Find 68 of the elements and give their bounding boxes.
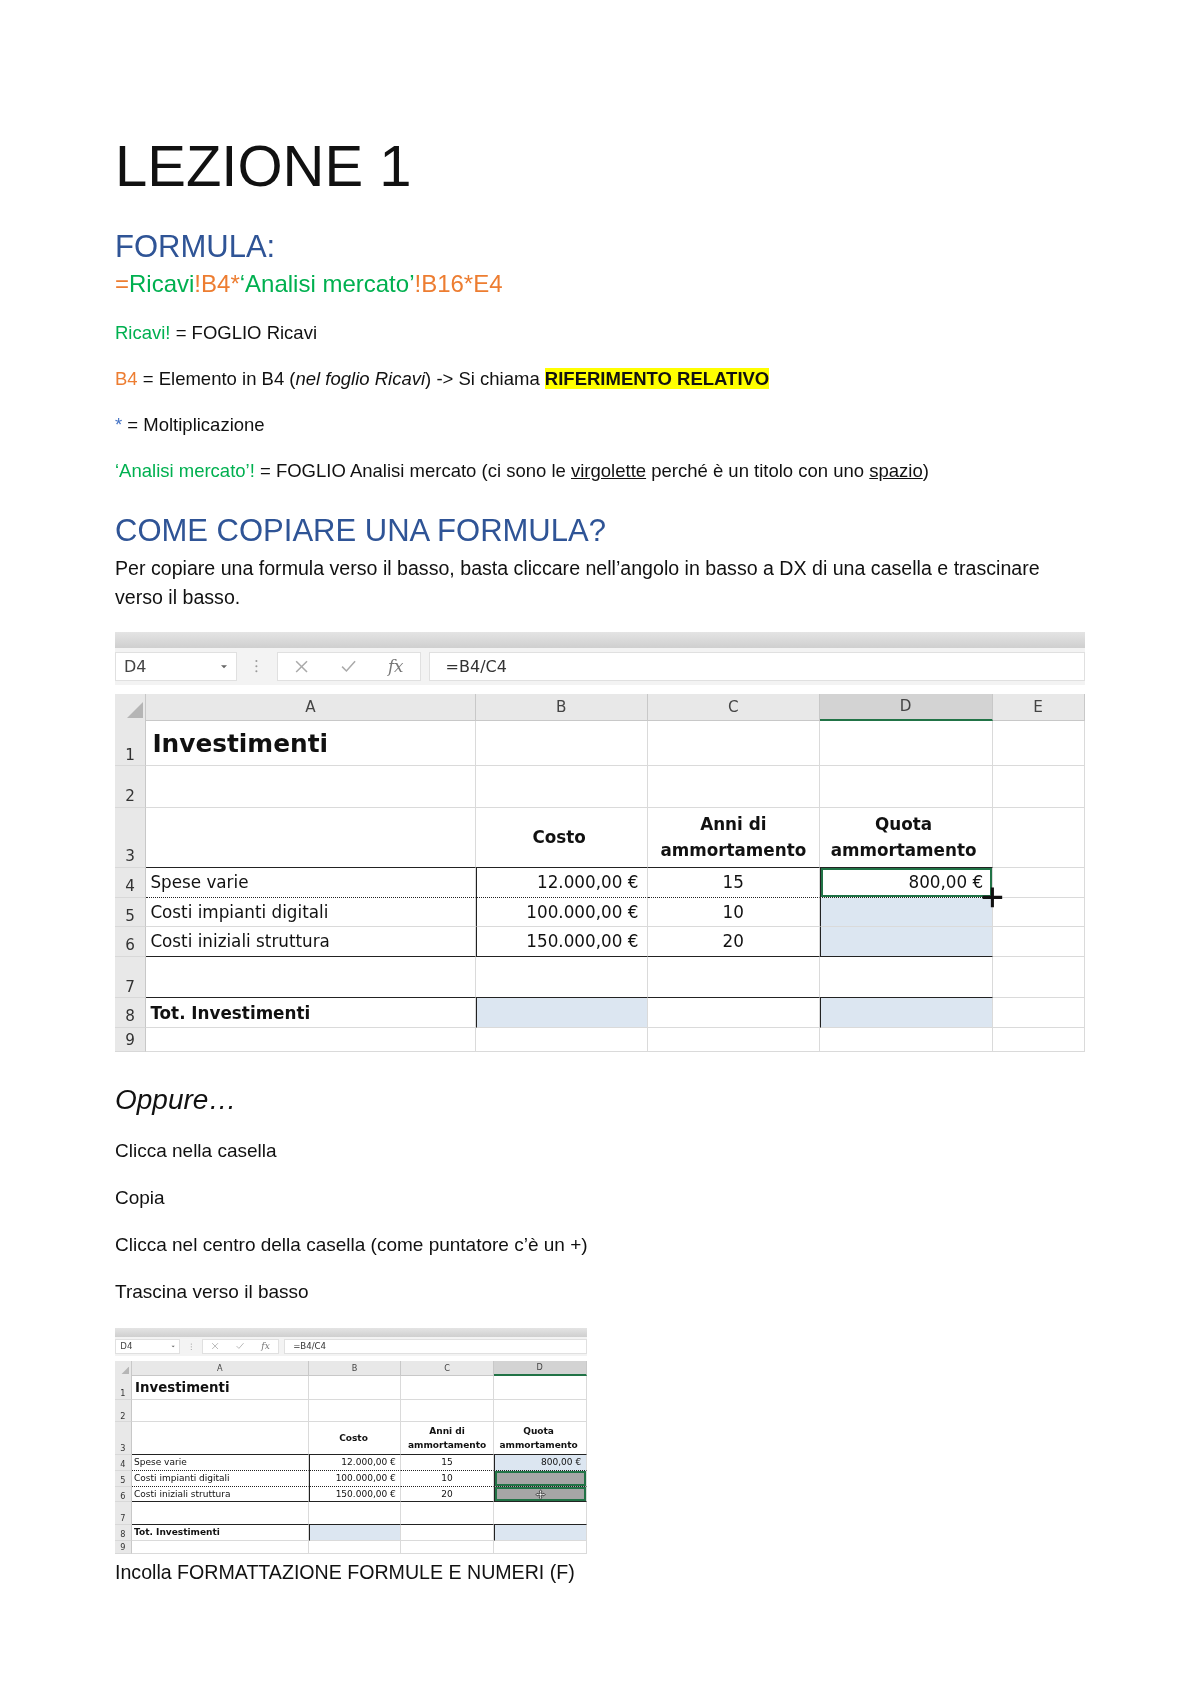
row-header[interactable]: 8 [115, 998, 147, 1028]
column-header[interactable]: B [308, 1361, 402, 1376]
column-header[interactable]: D [493, 1361, 587, 1376]
column-header[interactable]: B [475, 693, 648, 721]
row-header[interactable]: 7 [115, 1502, 132, 1525]
body-paragraph: Per copiare una formula verso il basso, basta cliccare nell’angolo in basso a DX di una casella e trascinare verso il basso. [115, 556, 1041, 610]
table-cell: Costo [475, 807, 648, 868]
table-cell: 15 [647, 867, 820, 898]
definition-line: B4 = Elemento in B4 (nel foglio Ricavi) -> Si chiama RIFERIMENTO RELATIVO [115, 367, 771, 391]
table-cell: Investimenti [146, 720, 476, 767]
subheading: Oppure… [115, 1082, 238, 1117]
table-cell: Anni di ammortamento [401, 1422, 494, 1455]
row-header[interactable]: 2 [115, 1400, 132, 1423]
row-header[interactable]: 2 [115, 766, 147, 808]
step-line: Clicca nella casella [115, 1138, 278, 1163]
caret-icon[interactable] [219, 663, 228, 670]
section-heading: FORMULA: [115, 228, 277, 266]
column-header[interactable]: E [992, 693, 1085, 721]
cancel-icon[interactable] [211, 1342, 220, 1351]
row-header[interactable]: 1 [115, 720, 147, 767]
table-cell: Quota ammortamento [493, 1422, 587, 1455]
row-header[interactable]: 4 [115, 867, 147, 898]
column-header[interactable]: A [146, 693, 476, 721]
column-header[interactable]: A [131, 1361, 309, 1376]
step-line: Clicca nel centro della casella (come puntatore c’è un +) [115, 1232, 589, 1257]
row-header[interactable]: 3 [115, 807, 147, 868]
row-header[interactable]: 9 [115, 1027, 147, 1052]
insert-function-button[interactable]: fx [261, 1341, 270, 1352]
grip-icon [254, 659, 259, 674]
row-header[interactable]: 7 [115, 956, 147, 999]
formula-line: =Ricavi!B4*‘Analisi mercato’!B16*E4 [115, 269, 504, 299]
table-cell: 20 [647, 927, 820, 957]
table-cell: Tot. Investimenti [146, 998, 476, 1028]
table-cell: 10 [647, 897, 820, 928]
column-header[interactable]: D [819, 693, 993, 721]
table-cell: 12.000,00 € [475, 867, 648, 898]
table-cell: Anni di ammortamento [647, 807, 820, 868]
table-cell: Costi iniziali struttura [146, 927, 476, 957]
document-title: LEZIONE 1 [115, 132, 413, 200]
check-icon[interactable] [236, 1342, 245, 1351]
insert-function-button[interactable]: fx [387, 656, 404, 677]
row-header[interactable]: 3 [115, 1422, 132, 1455]
step-line: Trascina verso il basso [115, 1279, 310, 1304]
table-cell: Spese varie [146, 867, 476, 898]
formula-bar[interactable]: =B4/C4 [283, 1338, 587, 1355]
row-header[interactable]: 5 [115, 897, 147, 928]
step-line: Copia [115, 1185, 166, 1210]
column-header[interactable]: C [401, 1361, 494, 1376]
table-cell: 800,00 € [819, 867, 993, 898]
section-heading: COME COPIARE UNA FORMULA? [115, 512, 607, 550]
table-cell: 100.000,00 € [475, 897, 648, 928]
name-box[interactable]: D4 [115, 652, 237, 681]
table-cell: Costi impianti digitali [146, 897, 476, 928]
table-cell: Quota ammortamento [819, 807, 993, 868]
body-paragraph: Incolla FORMATTAZIONE FORMULE E NUMERI (F) [115, 1559, 576, 1585]
definition-line: Ricavi! = FOGLIO Ricavi [115, 321, 318, 345]
table-cell: Investimenti [131, 1375, 309, 1401]
name-box[interactable]: D4 [115, 1338, 181, 1355]
formula-bar[interactable]: =B4/C4 [428, 652, 1085, 681]
table-cell: 150.000,00 € [475, 927, 648, 957]
row-header[interactable]: 1 [115, 1375, 132, 1401]
row-header[interactable]: 6 [115, 927, 147, 957]
cancel-icon[interactable] [293, 658, 309, 674]
definition-line: ‘Analisi mercato’! = FOGLIO Analisi mercato (ci sono le virgolette perché è un titolo con uno spazio) [115, 459, 930, 483]
definition-line: * = Moltiplicazione [115, 413, 266, 437]
table-cell: Costo [308, 1422, 402, 1455]
column-header[interactable]: C [647, 693, 820, 721]
check-icon[interactable] [340, 658, 356, 674]
